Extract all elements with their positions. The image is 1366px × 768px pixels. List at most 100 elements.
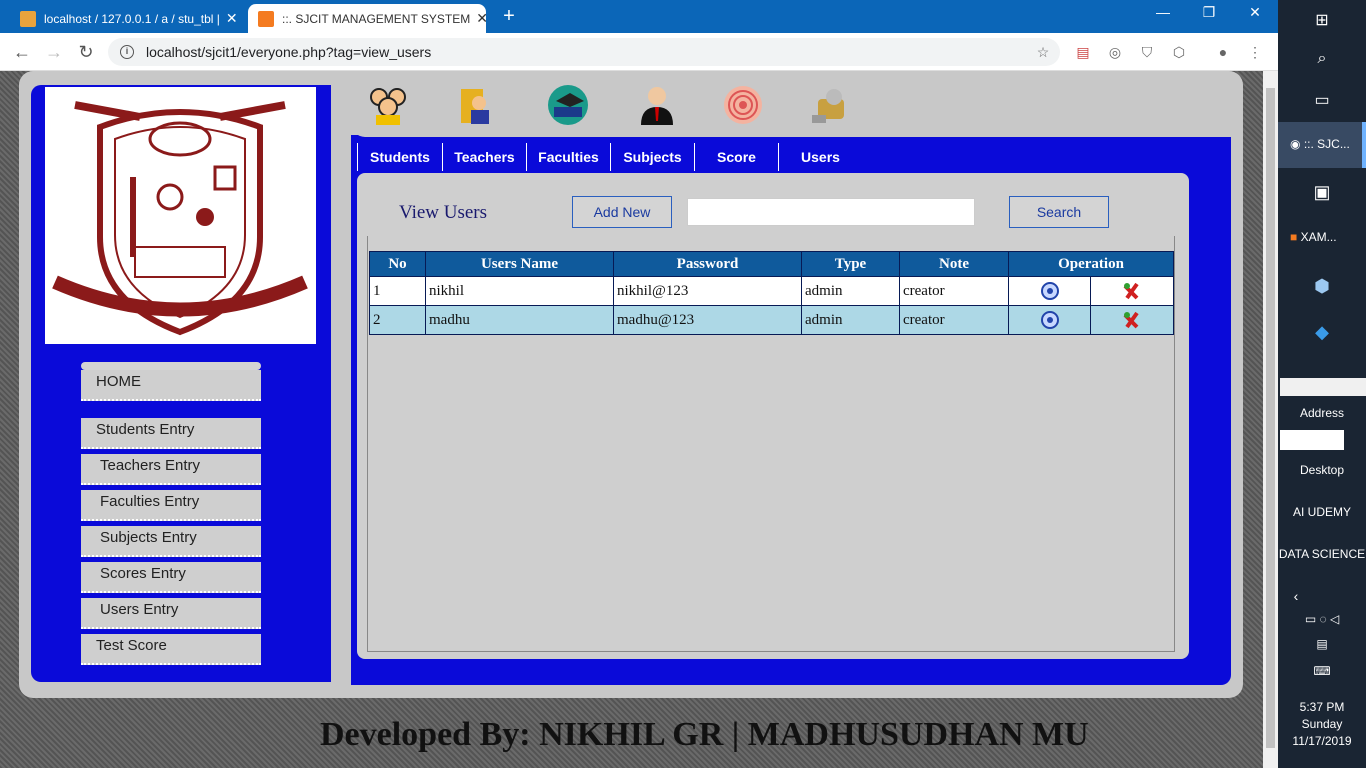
table-row: 2 madhu madhu@123 admin creator [369,305,1174,335]
footer-credits: Developed By: NIKHIL GR | MADHUSUDHAN MU [320,716,1089,753]
address-bar[interactable]: i localhost/sjcit1/everyone.php?tag=view… [108,38,1060,66]
minimize-button[interactable]: — [1143,4,1183,20]
address-toolbar-input[interactable] [1280,430,1344,450]
users-icon[interactable] [808,83,852,127]
nav-users[interactable]: Users [778,143,862,171]
score-icon[interactable] [721,83,765,127]
sidebar-item-test-score[interactable]: Test Score [81,634,261,665]
tab-phpmyadmin[interactable]: localhost / 127.0.0.1 / a / stu_tbl | ✕ [10,4,246,33]
scrollbar-thumb[interactable] [1266,88,1275,748]
tab-title: localhost / 127.0.0.1 / a / stu_tbl | [44,11,220,26]
tab-sjcit[interactable]: ::. SJCIT MANAGEMENT SYSTEM ✕ [248,4,486,33]
search-input[interactable] [687,198,975,226]
notification-icon[interactable]: ▤ [1278,637,1366,651]
restore-button[interactable]: ❐ [1189,4,1229,21]
cell-password: madhu@123 [613,305,802,335]
taskbar-chrome-label: ::. SJC... [1303,137,1350,151]
pdf-extension-icon[interactable]: ▤ [1074,44,1092,62]
table-row: 1 nikhil nikhil@123 admin creator [369,276,1174,306]
info-icon[interactable]: i [120,45,134,59]
cell-edit [1008,276,1091,306]
chrome-icon: ◉ ::. SJC... [1290,137,1350,151]
search-icon[interactable]: ⌕ [1278,50,1366,68]
cell-delete [1090,305,1174,335]
nav-students[interactable]: Students [357,143,442,171]
profile-icon[interactable]: ● [1214,44,1232,62]
teachers-icon[interactable] [455,83,499,127]
shield-extension-icon[interactable]: ⛉ [1138,44,1156,62]
keyboard-icon[interactable]: ⌨ [1278,664,1366,678]
nav-subjects[interactable]: Subjects [610,143,694,171]
add-new-button[interactable]: Add New [572,196,672,228]
search-button[interactable]: Search [1009,196,1109,228]
sidebar-item-students-entry[interactable]: Students Entry [81,418,261,449]
task-view-icon[interactable]: ▭ [1278,90,1366,110]
close-tab-icon[interactable]: ✕ [220,10,238,27]
active-indicator [1362,122,1366,168]
clock-date: 11/17/2019 [1292,734,1352,748]
ai-udemy-toolbar[interactable]: AI UDEMY [1278,505,1366,519]
tab-title: ::. SJCIT MANAGEMENT SYSTEM [282,11,471,26]
new-tab-button[interactable]: + [498,5,520,28]
notepad-icon[interactable]: ▣ [1278,182,1366,203]
cell-edit [1008,305,1091,335]
students-icon[interactable] [366,83,410,127]
clock-time: 5:37 PM [1299,700,1345,714]
edit-icon[interactable] [1040,281,1060,301]
clock-day: Sunday [1301,717,1343,731]
nav-faculties[interactable]: Faculties [526,143,610,171]
cube-extension-icon[interactable]: ⬡ [1170,44,1188,62]
col-header-operation: Operation [1008,251,1174,277]
cell-delete [1090,276,1174,306]
cell-name: nikhil [425,276,614,306]
star-icon[interactable]: ☆ [1034,44,1052,62]
cell-name: madhu [425,305,614,335]
nav-score[interactable]: Score [694,143,778,171]
users-table: No Users Name Password Type Note Operati… [369,251,1174,335]
reload-button[interactable]: ↻ [74,42,98,63]
xampp-icon: ■ [1290,230,1298,244]
col-header-note: Note [899,251,1009,277]
subjects-icon[interactable] [635,83,679,127]
virtualbox-icon[interactable]: ⬢ [1278,276,1366,297]
chevron-left-icon[interactable]: ‹ [1286,588,1306,604]
url-text: localhost/sjcit1/everyone.php?tag=view_u… [146,44,432,60]
col-header-no: No [369,251,426,277]
delete-icon[interactable] [1122,281,1142,301]
sidebar-item-scores-entry[interactable]: Scores Entry [81,562,261,593]
sidebar-item-teachers-entry[interactable]: Teachers Entry [81,454,261,485]
faculties-icon[interactable] [546,83,590,127]
extension-icon[interactable]: ◎ [1106,44,1124,62]
close-window-button[interactable]: ✕ [1235,4,1275,21]
forward-button[interactable]: → [42,42,66,63]
taskbar-clock[interactable]: 5:37 PM Sunday 11/17/2019 [1278,699,1366,750]
back-button[interactable]: ← [10,42,34,63]
close-tab-icon[interactable]: ✕ [470,10,486,27]
cell-type: admin [801,276,900,306]
nav-teachers[interactable]: Teachers [442,143,526,171]
sidebar-item-subjects-entry[interactable]: Subjects Entry [81,526,261,557]
taskbar-xampp-app[interactable]: ■ XAM... [1290,230,1360,244]
desktop-toolbar[interactable]: Desktop [1278,463,1366,477]
col-header-type: Type [801,251,900,277]
address-label: Address [1299,406,1345,420]
cell-note: creator [899,305,1009,335]
cell-no: 1 [369,276,426,306]
cell-type: admin [801,305,900,335]
delete-icon[interactable] [1122,310,1142,330]
edit-icon[interactable] [1040,310,1060,330]
sidebar-item-faculties-entry[interactable]: Faculties Entry [81,490,261,521]
cell-no: 2 [369,305,426,335]
page-title: View Users [399,202,488,223]
cell-note: creator [899,276,1009,306]
windows-start-icon[interactable]: ⊞ [1278,10,1366,30]
col-header-password: Password [613,251,802,277]
vscode-icon[interactable]: ◆ [1278,322,1366,343]
taskbar-xampp-label: XAM... [1300,230,1337,244]
menu-icon[interactable]: ⋮ [1246,44,1264,62]
system-tray-icons[interactable]: ▭ ◌ ◁ [1278,612,1366,626]
sidebar-item-users-entry[interactable]: Users Entry [81,598,261,629]
toolbar-scrollbar[interactable] [1280,378,1366,396]
sidebar-item-home[interactable]: HOME [81,370,261,401]
data-science-toolbar[interactable]: DATA SCIENCE [1278,547,1366,561]
